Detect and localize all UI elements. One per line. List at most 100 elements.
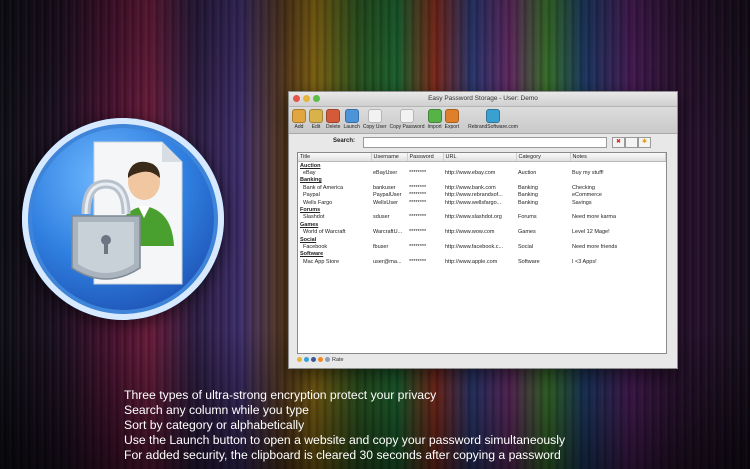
category-row[interactable]: Games <box>298 221 666 228</box>
cell-notes: I <3 Apps! <box>572 258 597 265</box>
caption-line: Search any column while you type <box>124 403 309 417</box>
globe-icon <box>486 109 500 123</box>
cell-category: Banking <box>518 199 538 206</box>
copy-password-icon <box>399 109 414 123</box>
table-row[interactable]: World of Warcraft WarcraftU... ******** htt… <box>298 229 666 236</box>
category-label: Games <box>300 221 319 228</box>
clear-search-icon[interactable]: ✖ <box>612 137 625 148</box>
cell-title: Slashdot <box>303 214 325 221</box>
toolbar-button-rebrandsoftware-com[interactable]: RebrandSoftware.com <box>468 107 518 130</box>
toolbar-button-export[interactable]: Export <box>445 107 459 130</box>
cell-url: http://www.facebook.c... <box>445 243 504 250</box>
toolbar-button-label: Copy Password <box>389 124 425 130</box>
toolbar-button-copy-user[interactable]: Copy User <box>363 107 386 130</box>
toolbar-button-delete[interactable]: Delete <box>326 107 340 130</box>
cell-url: http://www.slashdot.org <box>445 214 502 221</box>
app-window: Easy Password Storage - User: Demo Add Ed… <box>288 91 678 369</box>
category-row[interactable]: Banking <box>298 177 666 184</box>
table-row[interactable]: Slashdot sduser ******** http://www.slashdo… <box>298 214 666 221</box>
cell-title: World of Warcraft <box>303 229 346 236</box>
cell-category: Software <box>518 258 540 265</box>
minimize-window-button[interactable] <box>303 95 310 102</box>
table-row[interactable]: Wells Fargo WellsUser ******** http://www.w… <box>298 199 666 206</box>
table-row[interactable]: eBay eBayUser ******** http://www.ebay.com A… <box>298 169 666 176</box>
empty-row <box>298 265 666 272</box>
launch-icon <box>344 109 359 123</box>
cell-username: eBayUser <box>373 170 398 177</box>
cell-username: user@ma... <box>373 258 402 265</box>
column-header-url[interactable]: URL <box>443 153 517 162</box>
export-icon <box>444 109 459 123</box>
password-table: Title Username Password URL Category Notes Au… <box>297 152 667 354</box>
cell-url: http://www.rebrandsof... <box>445 192 503 199</box>
cell-password: ******** <box>409 229 427 236</box>
column-header-password[interactable]: Password <box>407 153 444 162</box>
cell-password: ******** <box>409 170 427 177</box>
cell-username: WarcraftU... <box>373 229 403 236</box>
feature-captions: Three types of ultra-strong encryption p… <box>124 388 744 463</box>
cell-password: ******** <box>409 214 427 221</box>
cell-title: Facebook <box>303 243 328 250</box>
cell-notes: Buy my stuff! <box>572 170 604 177</box>
table-row[interactable]: Paypal PaypalUser ******** http://www.rebra… <box>298 192 666 199</box>
previous-result-icon[interactable] <box>625 137 638 148</box>
category-label: Banking <box>300 177 322 184</box>
zoom-window-button[interactable] <box>313 95 320 102</box>
empty-row <box>298 302 666 309</box>
cell-title: eBay <box>303 170 316 177</box>
cell-password: ******** <box>409 243 427 250</box>
table-row[interactable]: Mac App Store user@ma... ******** http://ww… <box>298 258 666 265</box>
rate-link[interactable]: Rate <box>332 357 344 363</box>
toolbar-button-label: Export <box>444 124 460 130</box>
empty-row <box>298 310 666 317</box>
search-label: Search: <box>333 138 356 144</box>
cell-category: Banking <box>518 192 538 199</box>
twitter-icon[interactable] <box>304 357 309 362</box>
rss-icon[interactable] <box>318 357 323 362</box>
empty-row <box>298 280 666 287</box>
cell-password: ******** <box>409 258 427 265</box>
facebook-icon[interactable] <box>311 357 316 362</box>
category-row[interactable]: Social <box>298 236 666 243</box>
category-row[interactable]: Forums <box>298 206 666 213</box>
close-window-button[interactable] <box>293 95 300 102</box>
category-label: Social <box>300 236 317 243</box>
toolbar-button-edit[interactable]: Edit <box>309 107 323 130</box>
app-icon <box>22 118 224 320</box>
cell-url: http://www.ebay.com <box>445 170 496 177</box>
column-header-category[interactable]: Category <box>516 153 571 162</box>
toolbar-button-add[interactable]: Add <box>292 107 306 130</box>
category-label: Forums <box>300 207 321 214</box>
info-icon[interactable] <box>325 357 330 362</box>
column-header-title[interactable]: Title <box>298 153 372 162</box>
copy-user-icon <box>367 109 382 123</box>
cell-username: WellsUser <box>373 199 398 206</box>
toolbar-button-copy-password[interactable]: Copy Password <box>389 107 425 130</box>
cell-username: PaypalUser <box>373 192 402 199</box>
cell-category: Social <box>518 243 533 250</box>
next-result-icon[interactable]: ✱ <box>638 137 651 148</box>
table-row[interactable]: Facebook fbuser ******** http://www.faceboo… <box>298 243 666 250</box>
toolbar-button-launch[interactable]: Launch <box>343 107 360 130</box>
search-input[interactable] <box>363 137 607 148</box>
cell-url: http://www.wellsfargo... <box>445 199 502 206</box>
toolbar-button-label: Delete <box>326 124 341 130</box>
star-icon[interactable] <box>297 357 302 362</box>
toolbar-button-import[interactable]: Import <box>428 107 442 130</box>
cell-category: Games <box>518 229 536 236</box>
cell-password: ******** <box>409 199 427 206</box>
column-header-username[interactable]: Username <box>371 153 408 162</box>
search-bar: Search: ✖ ✱ <box>289 134 677 150</box>
category-row[interactable]: Software <box>298 251 666 258</box>
status-bar: Rate <box>297 355 344 364</box>
delete-user-icon <box>326 109 341 123</box>
cell-username: bankuser <box>373 184 396 191</box>
empty-row <box>298 273 666 280</box>
empty-row <box>298 295 666 302</box>
table-row[interactable]: Bank of America bankuser ******** http://ww… <box>298 184 666 191</box>
cell-title: Mac App Store <box>303 258 340 265</box>
category-row[interactable]: Auction <box>298 162 666 170</box>
cell-notes: eCommerce <box>572 192 602 199</box>
category-label: Auction <box>300 162 321 169</box>
column-header-notes[interactable]: Notes <box>570 153 666 162</box>
